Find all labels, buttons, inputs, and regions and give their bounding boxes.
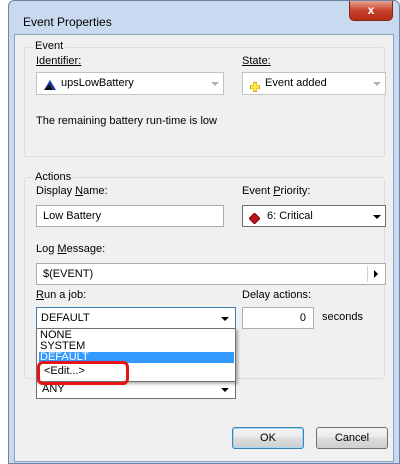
state-value: Event added: [265, 77, 327, 89]
delay-actions-label: Delay actions:: [242, 289, 312, 301]
identifier-combo[interactable]: upsLowBattery: [36, 72, 224, 95]
dialog-window: Event Properties x Event Identifier: ups…: [8, 0, 400, 464]
chevron-down-icon: [221, 317, 229, 321]
event-group-title: Event: [33, 40, 66, 52]
identifier-value: upsLowBattery: [61, 77, 134, 89]
log-message-input[interactable]: $(EVENT): [36, 263, 386, 285]
log-message-expand-button[interactable]: [367, 266, 383, 282]
chevron-down-icon: [373, 82, 381, 86]
delay-actions-input[interactable]: 0: [242, 307, 314, 329]
event-priority-label: Event Priority:: [242, 185, 311, 197]
state-icon: [250, 79, 260, 92]
delay-unit-label: seconds: [322, 311, 363, 323]
display-name-label: Display Name:: [36, 185, 108, 197]
state-combo[interactable]: Event added: [242, 72, 386, 95]
chevron-down-icon: [221, 388, 229, 392]
state-label: State:: [242, 55, 271, 67]
window-title: Event Properties: [23, 15, 112, 29]
critical-diamond-icon: [248, 211, 261, 225]
delay-actions-value: 0: [299, 312, 306, 324]
edit-option-highlight: [37, 361, 129, 385]
close-icon: x: [367, 3, 375, 17]
ok-button[interactable]: OK: [232, 427, 304, 449]
chevron-down-icon: [211, 82, 219, 86]
event-priority-value: 6: Critical: [267, 210, 313, 222]
event-description: The remaining battery run-time is low: [36, 115, 217, 127]
identifier-label: Identifier:: [36, 55, 82, 67]
log-message-label: Log Message:: [36, 243, 106, 255]
event-priority-combo[interactable]: 6: Critical: [242, 205, 386, 227]
display-name-input[interactable]: Low Battery: [36, 205, 224, 227]
event-identifier-icon: [43, 78, 57, 90]
run-job-combo[interactable]: DEFAULT: [36, 307, 236, 329]
display-name-value: Low Battery: [43, 210, 102, 222]
chevron-down-icon: [373, 215, 381, 219]
close-button[interactable]: x: [349, 1, 393, 21]
run-job-label: Run a job:: [36, 289, 87, 301]
dialog-client-area: Event Identifier: upsLowBattery State: E…: [14, 34, 394, 462]
run-job-value: DEFAULT: [41, 312, 90, 324]
chevron-right-icon: [374, 270, 378, 278]
actions-group-title: Actions: [33, 171, 74, 183]
cancel-button[interactable]: Cancel: [316, 427, 388, 449]
log-message-value: $(EVENT): [43, 268, 94, 280]
